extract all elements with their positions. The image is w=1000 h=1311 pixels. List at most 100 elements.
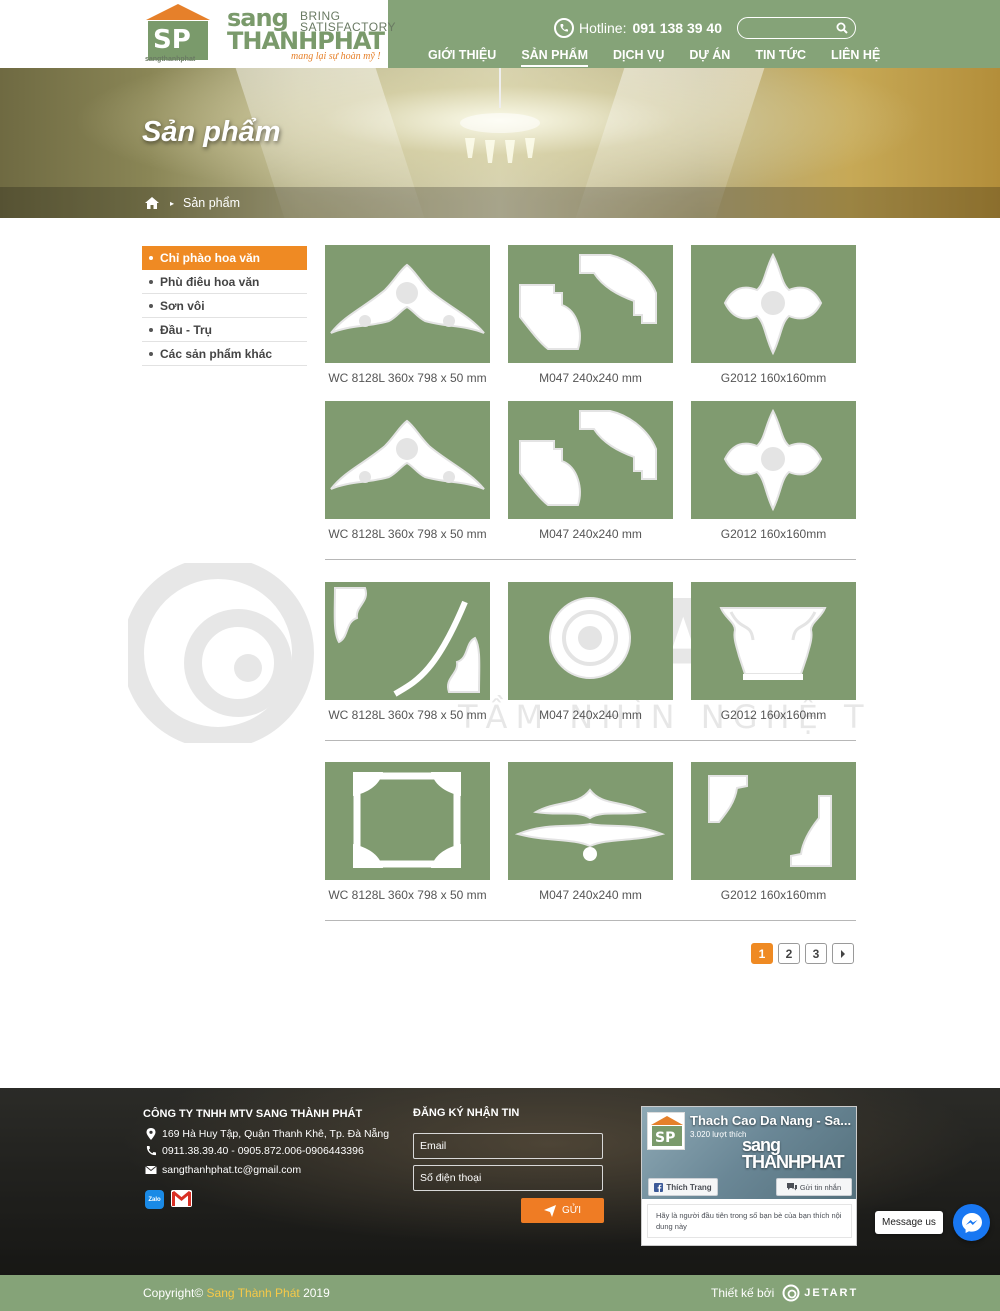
- main-nav: GIỚI THIỆU SẢN PHẨM DỊCH VỤ DỰ ÁN TIN TỨ…: [428, 48, 880, 67]
- sidebar-item-label: Đầu - Trụ: [160, 322, 213, 337]
- page-banner: Sản phẩm ▸ Sản phẩm: [0, 68, 1000, 218]
- home-icon[interactable]: [144, 196, 160, 210]
- product-image[interactable]: [325, 582, 490, 700]
- product-card[interactable]: WC 8128L 360x 798 x 50 mm: [325, 762, 490, 902]
- nav-item-gioi-thieu[interactable]: GIỚI THIỆU: [428, 48, 496, 67]
- column-capital-image: [719, 607, 827, 680]
- product-caption[interactable]: WC 8128L 360x 798 x 50 mm: [325, 527, 490, 541]
- copyright-year: 2019: [303, 1286, 330, 1300]
- product-card[interactable]: M047 240x240 mm: [508, 582, 673, 722]
- paper-plane-icon: [543, 1204, 556, 1217]
- scroll-corners-image: [333, 587, 481, 697]
- hotline-number[interactable]: 091 138 39 40: [632, 20, 722, 36]
- product-caption[interactable]: M047 240x240 mm: [508, 708, 673, 722]
- sidebar-item-dau-tru[interactable]: Đầu - Trụ: [142, 318, 307, 342]
- company-address: 169 Hà Huy Tập, Quận Thanh Khê, Tp. Đà N…: [145, 1128, 389, 1140]
- product-card[interactable]: G2012 160x160mm: [691, 762, 856, 902]
- fb-like-button[interactable]: Thích Trang: [648, 1178, 718, 1196]
- nav-item-du-an[interactable]: DỰ ÁN: [689, 48, 730, 67]
- product-image[interactable]: [508, 245, 673, 363]
- newsletter-phone-input[interactable]: [413, 1165, 603, 1191]
- product-caption[interactable]: WC 8128L 360x 798 x 50 mm: [325, 371, 490, 385]
- page-button-3[interactable]: 3: [805, 943, 827, 964]
- next-page-button[interactable]: [832, 943, 854, 964]
- bullet-icon: [149, 351, 153, 356]
- product-caption[interactable]: G2012 160x160mm: [691, 888, 856, 902]
- fb-page-avatar[interactable]: SP: [647, 1112, 685, 1150]
- copyright-bar: Copyright© Sang Thành Phát 2019 Thiết kế…: [0, 1275, 1000, 1311]
- product-image[interactable]: [508, 582, 673, 700]
- email-text[interactable]: sangthanhphat.tc@gmail.com: [162, 1164, 301, 1176]
- designed-by-label: Thiết kế bởi: [711, 1286, 775, 1300]
- newsletter-title: ĐĂNG KÝ NHẬN TIN: [413, 1107, 520, 1119]
- product-image[interactable]: [508, 401, 673, 519]
- cross-ornament-image: [723, 408, 823, 512]
- product-image[interactable]: [508, 762, 673, 880]
- page-button-1[interactable]: 1: [751, 943, 773, 964]
- ceiling-medallion-image: [549, 597, 631, 679]
- product-card[interactable]: G2012 160x160mm: [691, 245, 856, 385]
- nav-item-dich-vu[interactable]: DỊCH VỤ: [613, 48, 664, 67]
- copyright-brand[interactable]: Sang Thành Phát: [207, 1286, 300, 1300]
- product-image[interactable]: [691, 245, 856, 363]
- fb-like-label: Thích Trang: [666, 1182, 712, 1192]
- product-card[interactable]: WC 8128L 360x 798 x 50 mm: [325, 582, 490, 722]
- pagination: 1 2 3: [751, 943, 854, 964]
- newsletter-email-input[interactable]: [413, 1133, 603, 1159]
- jetart-logo[interactable]: JETART: [782, 1284, 858, 1302]
- address-text: 169 Hà Huy Tập, Quận Thanh Khê, Tp. Đà N…: [162, 1128, 390, 1140]
- designer-credit: Thiết kế bởi JETART: [711, 1284, 858, 1302]
- product-caption[interactable]: WC 8128L 360x 798 x 50 mm: [325, 708, 490, 722]
- nav-item-lien-he[interactable]: LIÊN HỆ: [831, 48, 880, 67]
- product-caption[interactable]: G2012 160x160mm: [691, 371, 856, 385]
- search-input[interactable]: [746, 21, 832, 35]
- product-image[interactable]: [691, 762, 856, 880]
- messenger-label[interactable]: Message us: [875, 1211, 943, 1234]
- product-image[interactable]: [325, 245, 490, 363]
- nav-item-tin-tuc[interactable]: TIN TỨC: [755, 48, 806, 67]
- product-caption[interactable]: G2012 160x160mm: [691, 527, 856, 541]
- chat-icon: [786, 1183, 797, 1191]
- hotline[interactable]: Hotline: 091 138 39 40: [554, 17, 722, 39]
- product-image[interactable]: [325, 762, 490, 880]
- row-divider: [325, 559, 856, 560]
- zalo-icon[interactable]: Zalo: [145, 1190, 164, 1209]
- facebook-page-widget[interactable]: SP Thach Cao Da Nang - Sa... 3.020 lượt …: [641, 1106, 857, 1246]
- product-caption[interactable]: M047 240x240 mm: [508, 888, 673, 902]
- messenger-button[interactable]: [953, 1204, 990, 1241]
- logo-mark-caption: sangthanhphat: [145, 56, 196, 63]
- chandelier-image: [460, 68, 540, 163]
- search-icon[interactable]: [836, 22, 848, 34]
- product-card[interactable]: M047 240x240 mm: [508, 762, 673, 902]
- send-button[interactable]: GỬI: [521, 1198, 604, 1223]
- product-card[interactable]: M047 240x240 mm: [508, 401, 673, 541]
- product-image[interactable]: [325, 401, 490, 519]
- product-caption[interactable]: M047 240x240 mm: [508, 371, 673, 385]
- sidebar-item-son-voi[interactable]: Sơn vôi: [142, 294, 307, 318]
- fb-page-name[interactable]: Thach Cao Da Nang - Sa...: [690, 1113, 851, 1128]
- corner-pair-image: [519, 254, 657, 350]
- product-caption[interactable]: WC 8128L 360x 798 x 50 mm: [325, 888, 490, 902]
- phone-icon: [554, 18, 574, 38]
- product-image[interactable]: [691, 582, 856, 700]
- gmail-icon[interactable]: [171, 1190, 192, 1207]
- fb-message-button[interactable]: Gửi tin nhắn: [776, 1178, 852, 1196]
- nav-item-san-pham[interactable]: SẢN PHẨM: [521, 48, 588, 67]
- breadcrumb-separator-icon: ▸: [170, 198, 175, 208]
- sidebar-item-phu-dieu-hoa-van[interactable]: Phù điêu hoa văn: [142, 270, 307, 294]
- product-caption[interactable]: M047 240x240 mm: [508, 527, 673, 541]
- site-logo[interactable]: SP sangthanhphat sang THANHPHAT BRING SA…: [143, 2, 396, 66]
- product-card[interactable]: WC 8128L 360x 798 x 50 mm: [325, 401, 490, 541]
- page-button-2[interactable]: 2: [778, 943, 800, 964]
- facebook-icon: [654, 1182, 664, 1192]
- chevron-right-icon: [841, 949, 845, 958]
- product-card[interactable]: WC 8128L 360x 798 x 50 mm: [325, 245, 490, 385]
- product-caption[interactable]: G2012 160x160mm: [691, 708, 856, 722]
- product-card[interactable]: G2012 160x160mm: [691, 401, 856, 541]
- search-box[interactable]: [737, 17, 856, 39]
- product-card[interactable]: G2012 160x160mm: [691, 582, 856, 722]
- sidebar-item-cac-san-pham-khac[interactable]: Các sản phẩm khác: [142, 342, 307, 366]
- product-image[interactable]: [691, 401, 856, 519]
- sidebar-item-chi-phao-hoa-van[interactable]: Chỉ phào hoa văn: [142, 246, 307, 270]
- product-card[interactable]: M047 240x240 mm: [508, 245, 673, 385]
